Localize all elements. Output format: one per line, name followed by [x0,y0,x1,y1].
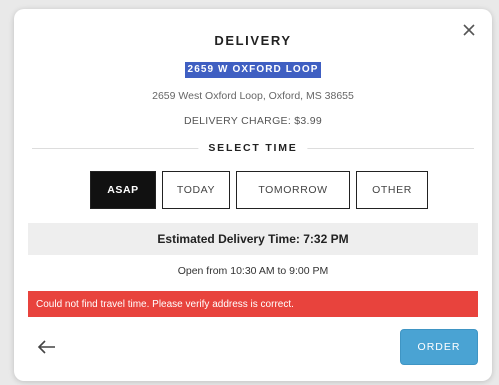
delivery-charge: DELIVERY CHARGE: $3.99 [183,115,323,127]
order-button[interactable]: ORDER [400,329,478,365]
tab-tomorrow[interactable]: TOMORROW [236,171,350,209]
modal-title: DELIVERY [214,33,292,48]
select-time-label: SELECT TIME [198,140,308,156]
address-name-container: 2659 W OXFORD LOOP [14,59,492,78]
estimated-delivery-time: Estimated Delivery Time: 7:32 PM [28,223,478,255]
address-name: 2659 W OXFORD LOOP [184,62,322,78]
tab-asap[interactable]: ASAP [90,171,156,209]
opening-hours: Open from 10:30 AM to 9:00 PM [177,265,329,277]
select-time-divider: SELECT TIME [32,140,474,156]
tab-other[interactable]: OTHER [356,171,428,209]
arrow-left-icon[interactable] [36,339,58,355]
delivery-modal: DELIVERY 2659 W OXFORD LOOP 2659 West Ox… [14,9,492,381]
address-full: 2659 West Oxford Loop, Oxford, MS 38655 [152,90,354,102]
error-banner: Could not find travel time. Please verif… [28,291,478,317]
tab-today[interactable]: TODAY [162,171,230,209]
